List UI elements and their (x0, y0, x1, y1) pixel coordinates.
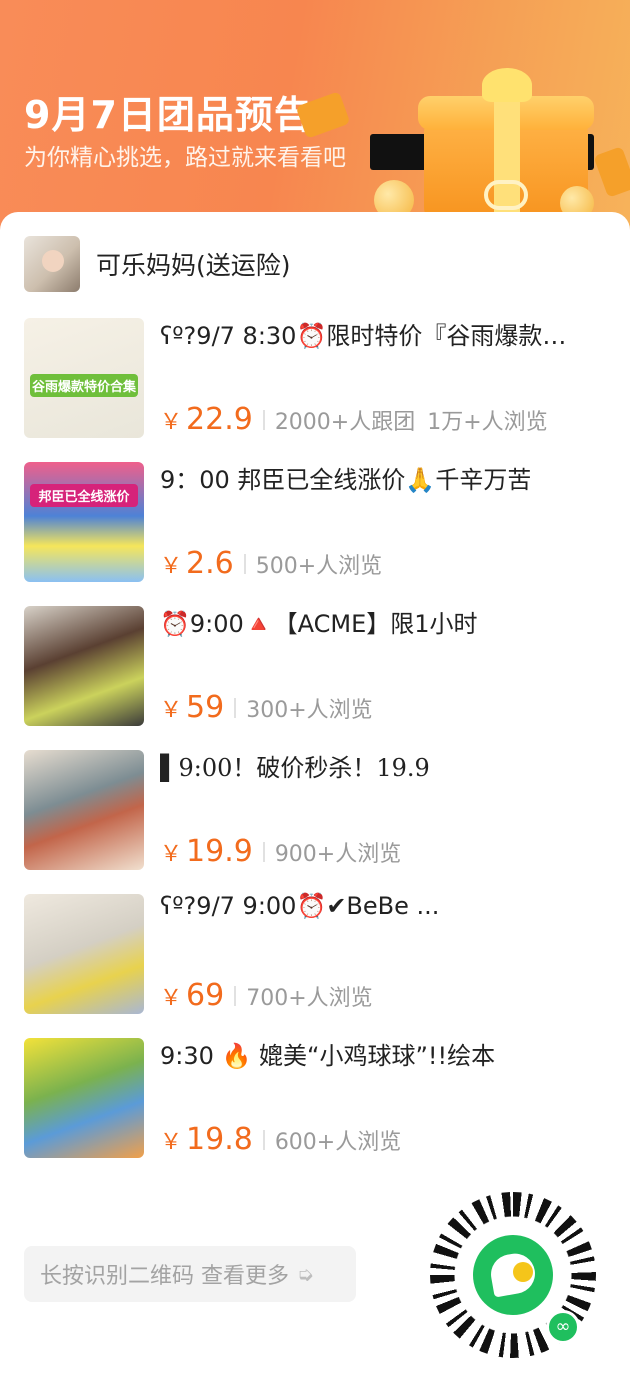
logo-dot (513, 1262, 533, 1282)
page-title: 9月7日团品预告 (24, 93, 313, 137)
product-thumbnail (24, 1038, 144, 1158)
price-row: ￥ 2.6 500+人浏览 (160, 546, 382, 581)
price-row: ￥ 22.9 2000+人跟团 1万+人浏览 (160, 402, 548, 437)
view-count: 1万+人浏览 (427, 410, 548, 435)
product-title: ⏰9:00🔺【ACME】限1小时 (160, 610, 478, 638)
divider (262, 1129, 265, 1150)
list-item[interactable]: ʕº?9/7 9:00⏰✔BeBe ... ￥ 69 700+人浏览 (24, 886, 614, 1030)
list-item[interactable]: ▌9:00！破价秒杀！19.9 ￥ 19.9 900+人浏览 (24, 742, 614, 886)
list-item[interactable]: ⏰9:00🔺【ACME】限1小时 ￥ 59 300+人浏览 (24, 598, 614, 742)
product-thumbnail: 谷雨爆款特价合集 (24, 318, 144, 438)
divider (234, 697, 237, 718)
view-count: 700+人浏览 (246, 986, 373, 1011)
scan-qr-label: 长按识别二维码 查看更多 (40, 1264, 289, 1289)
price: ￥ 2.6 (160, 546, 234, 581)
product-title: 9：00 邦臣已全线涨价🙏千辛万苦 (160, 466, 532, 494)
product-title: ▌9:00！破价秒杀！19.9 (160, 754, 430, 782)
red-envelope-icon (593, 146, 630, 198)
price-row: ￥ 19.9 900+人浏览 (160, 834, 401, 869)
price: ￥ 19.9 (160, 834, 253, 869)
list-item[interactable]: 9:30 🔥 媲美“小鸡球球”!!绘本 ￥ 19.8 600+人浏览 (24, 1030, 614, 1174)
view-count: 300+人浏览 (246, 698, 373, 723)
thumbnail-label: 邦臣已全线涨价 (30, 484, 138, 507)
price: ￥ 69 (160, 978, 225, 1013)
product-thumbnail (24, 750, 144, 870)
divider (262, 409, 265, 430)
divider (243, 553, 246, 574)
price-row: ￥ 69 700+人浏览 (160, 978, 373, 1013)
view-count: 900+人浏览 (274, 842, 402, 867)
product-title: 9:30 🔥 媲美“小鸡球球”!!绘本 (160, 1042, 496, 1070)
page-subtitle: 为你精心挑选，路过就来看看吧 (24, 145, 346, 171)
product-title: ʕº?9/7 9:00⏰✔BeBe ... (160, 892, 440, 920)
product-thumbnail: 邦臣已全线涨价 (24, 462, 144, 582)
list-item[interactable]: 邦臣已全线涨价 9：00 邦臣已全线涨价🙏千辛万苦 ￥ 2.6 500+人浏览 (24, 454, 614, 598)
thumbnail-label: 谷雨爆款特价合集 (30, 374, 138, 397)
price-row: ￥ 59 300+人浏览 (160, 690, 373, 725)
list-item[interactable]: 谷雨爆款特价合集 ʕº?9/7 8:30⏰限时特价『谷雨爆款特价合集』 ￥22.… (24, 310, 614, 454)
divider (234, 985, 237, 1006)
view-count: 600+人浏览 (274, 1130, 402, 1155)
price-row: ￥ 19.8 600+人浏览 (160, 1122, 401, 1157)
mini-program-icon: ∞ (546, 1310, 580, 1344)
product-list: 谷雨爆款特价合集 ʕº?9/7 8:30⏰限时特价『谷雨爆款特价合集』 ￥22.… (24, 310, 614, 1174)
divider (262, 841, 265, 862)
group-count: 2000+人跟团 (274, 410, 416, 435)
product-title: ʕº?9/7 8:30⏰限时特价『谷雨爆款特价合集』 (160, 322, 580, 350)
arrow-right-icon: ➭ (297, 1262, 314, 1286)
avatar (24, 236, 80, 292)
shop-name: 可乐妈妈(送运险) (96, 251, 291, 280)
scan-qr-button[interactable]: 长按识别二维码 查看更多 ➭ (24, 1246, 356, 1302)
product-thumbnail (24, 606, 144, 726)
price: ￥ 59 (160, 690, 225, 725)
view-count: 500+人浏览 (255, 554, 383, 579)
price: ￥ 22.9 (160, 402, 253, 437)
price: ￥ 19.8 (160, 1122, 253, 1157)
product-thumbnail (24, 894, 144, 1014)
shop-row[interactable]: 可乐妈妈(送运险) (24, 236, 291, 292)
